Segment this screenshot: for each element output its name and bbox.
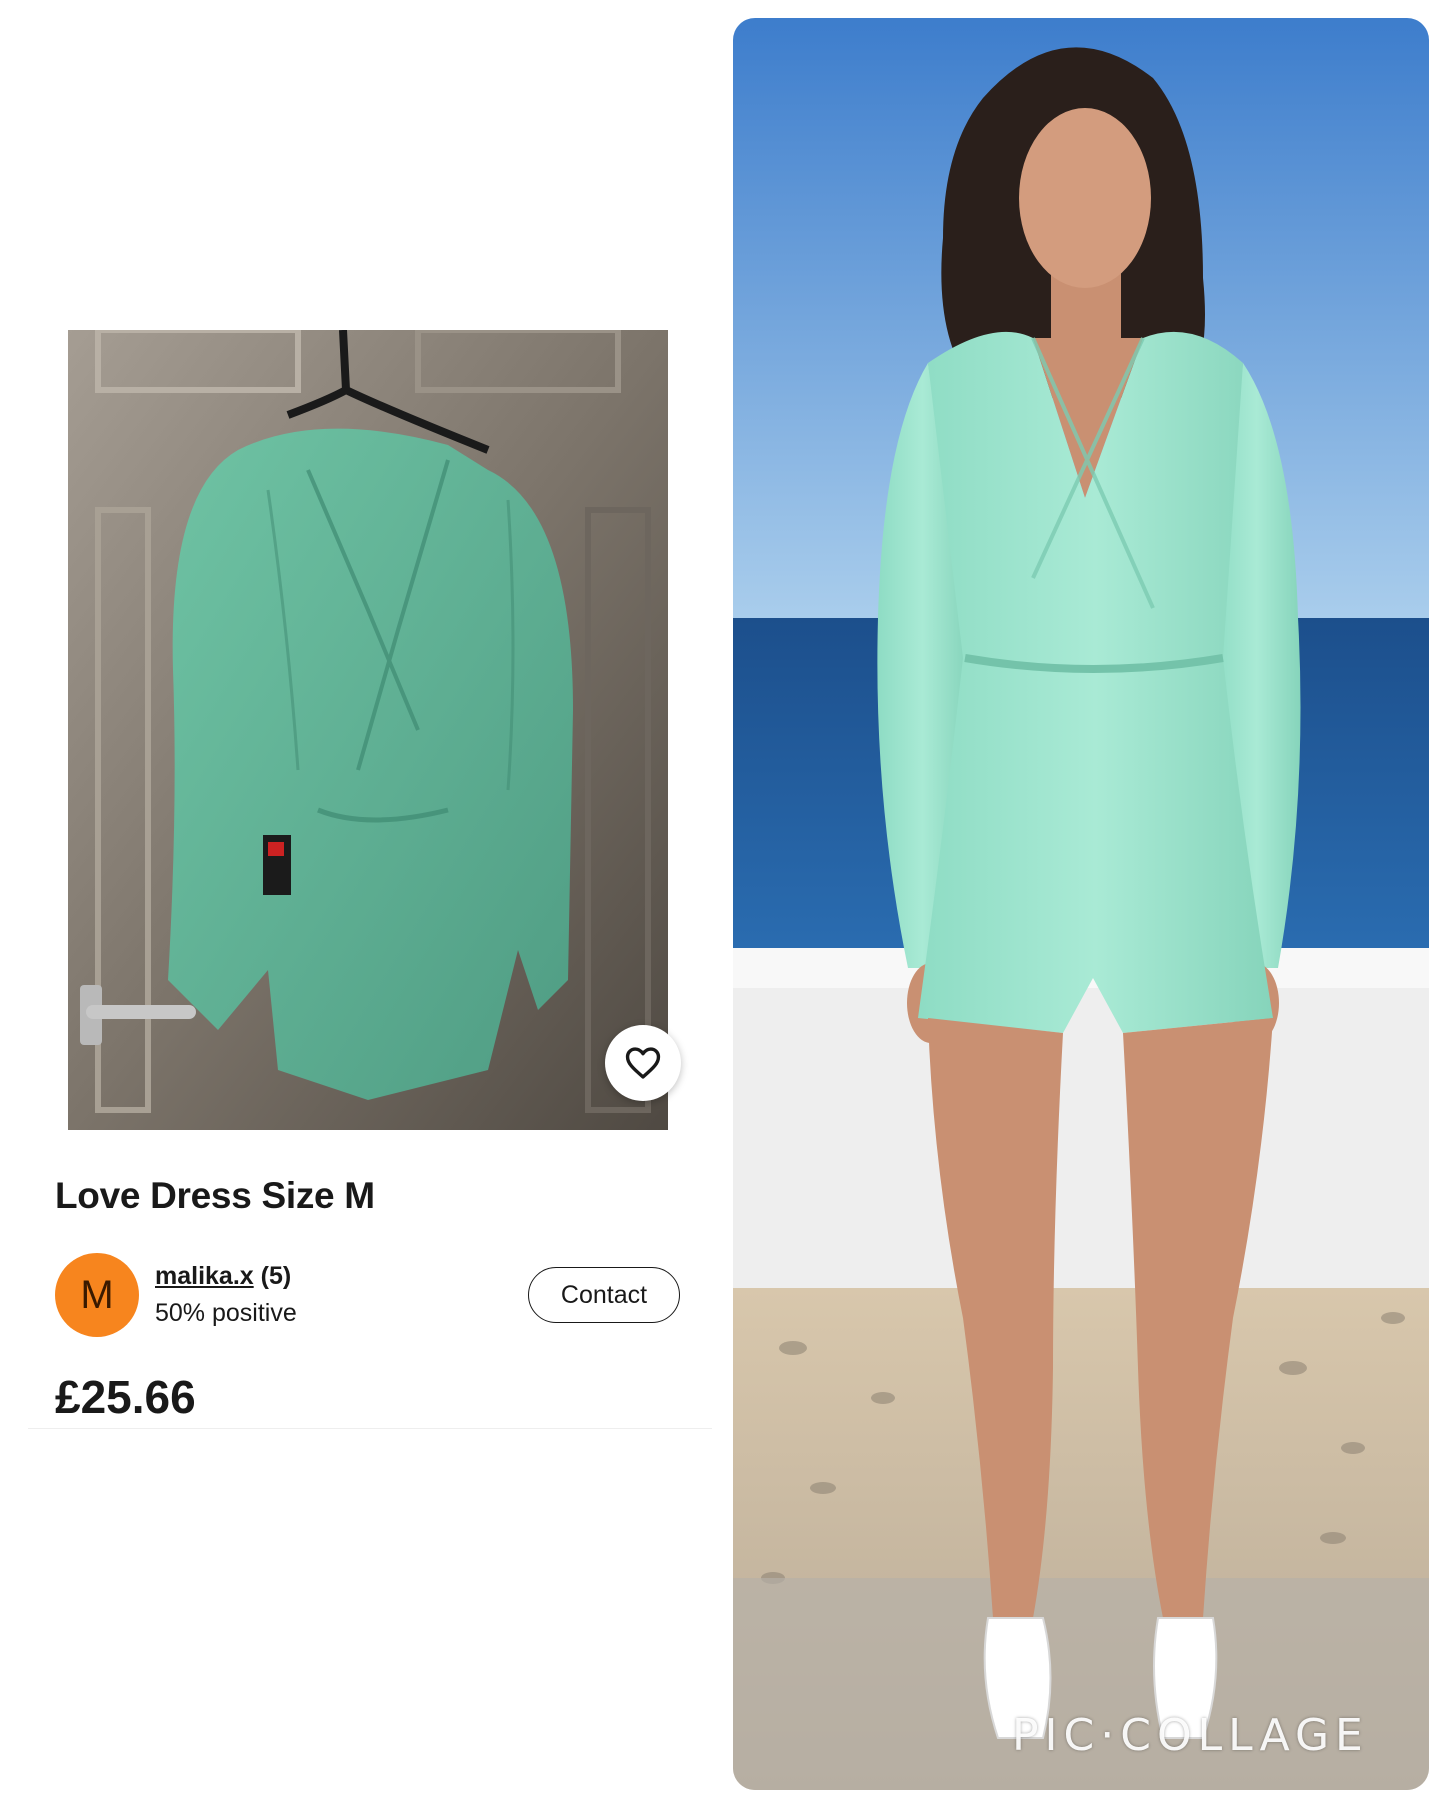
contact-button[interactable]: Contact xyxy=(528,1267,680,1323)
favorite-button[interactable] xyxy=(605,1025,681,1101)
seller-feedback-percent: 50% positive xyxy=(155,1299,297,1327)
model-photo-image xyxy=(733,18,1429,1790)
seller-feedback-count: (5) xyxy=(260,1262,292,1290)
product-photo-image xyxy=(68,330,668,1130)
item-price: £25.66 xyxy=(55,1371,196,1423)
divider xyxy=(28,1428,712,1429)
pic-collage-watermark: PIC·COLLAGE xyxy=(1012,1710,1369,1761)
item-title: Love Dress Size M xyxy=(55,1175,375,1216)
seller-avatar[interactable]: M xyxy=(55,1253,139,1337)
seller-info: malika.x (5) xyxy=(155,1262,291,1291)
product-photo[interactable] xyxy=(68,330,668,1130)
heart-outline-icon xyxy=(625,1047,661,1079)
model-photo xyxy=(733,18,1429,1790)
seller-username-link[interactable]: malika.x xyxy=(155,1262,254,1290)
